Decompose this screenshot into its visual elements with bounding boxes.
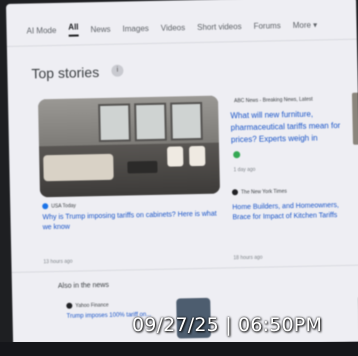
timestamp-date: 09/27/25 xyxy=(132,314,219,336)
also-in-news-heading: Also in the news xyxy=(57,281,109,290)
story-source: The New York Times xyxy=(231,188,287,196)
thumbnail-chair xyxy=(167,146,184,167)
thumbnail-window xyxy=(170,101,203,141)
info-icon[interactable]: i xyxy=(111,64,124,77)
tab-more[interactable]: More ▾ xyxy=(287,17,324,33)
story-headline[interactable]: What will new furniture, pharmaceutical … xyxy=(230,108,351,147)
source-logo-icon xyxy=(231,189,239,196)
tab-short-videos[interactable]: Short videos xyxy=(191,18,248,34)
search-tabs: AI Mode All News Images Videos Short vid… xyxy=(20,13,356,42)
timestamp-time: 06:50PM xyxy=(238,314,323,336)
monitor-bezel xyxy=(0,342,358,356)
story-time: 1 day ago xyxy=(233,166,256,174)
story-thumbnail-furniture[interactable] xyxy=(38,95,221,198)
story-headline[interactable]: Home Builders, and Homeowners, Brace for… xyxy=(232,201,352,224)
thumbnail-table xyxy=(127,160,158,174)
browser-screen: AI Mode All News Images Videos Short vid… xyxy=(6,0,358,349)
story-source: Yahoo Finance xyxy=(66,302,109,309)
photo-timestamp: 09/27/25 | 06:50PM xyxy=(132,314,322,336)
source-logo-icon xyxy=(66,302,73,309)
story-headline[interactable]: Why is Trump imposing tariffs on cabinet… xyxy=(42,210,220,234)
tab-forums[interactable]: Forums xyxy=(247,18,286,34)
source-logo-icon xyxy=(42,203,49,210)
story-time: 18 hours ago xyxy=(233,254,263,262)
thumbnail-window xyxy=(98,103,131,143)
verified-icon xyxy=(233,151,241,159)
timestamp-separator: | xyxy=(225,314,232,336)
top-stories-heading: Top stories xyxy=(31,64,100,82)
story-thumbnail-edge[interactable] xyxy=(351,92,358,145)
story-source: ABC News - Breaking News, Latest xyxy=(234,96,313,105)
thumbnail-chair xyxy=(189,145,206,167)
story-source: USA Today xyxy=(42,203,76,210)
story-time: 13 hours ago xyxy=(43,258,73,266)
section-divider xyxy=(11,264,358,273)
thumbnail-sofa xyxy=(43,153,114,182)
tab-all[interactable]: All xyxy=(62,19,85,39)
tab-images[interactable]: Images xyxy=(116,20,155,36)
thumbnail-window xyxy=(134,102,167,142)
tab-ai-mode[interactable]: AI Mode xyxy=(20,22,62,38)
tab-videos[interactable]: Videos xyxy=(155,20,192,36)
tab-news[interactable]: News xyxy=(84,21,116,37)
